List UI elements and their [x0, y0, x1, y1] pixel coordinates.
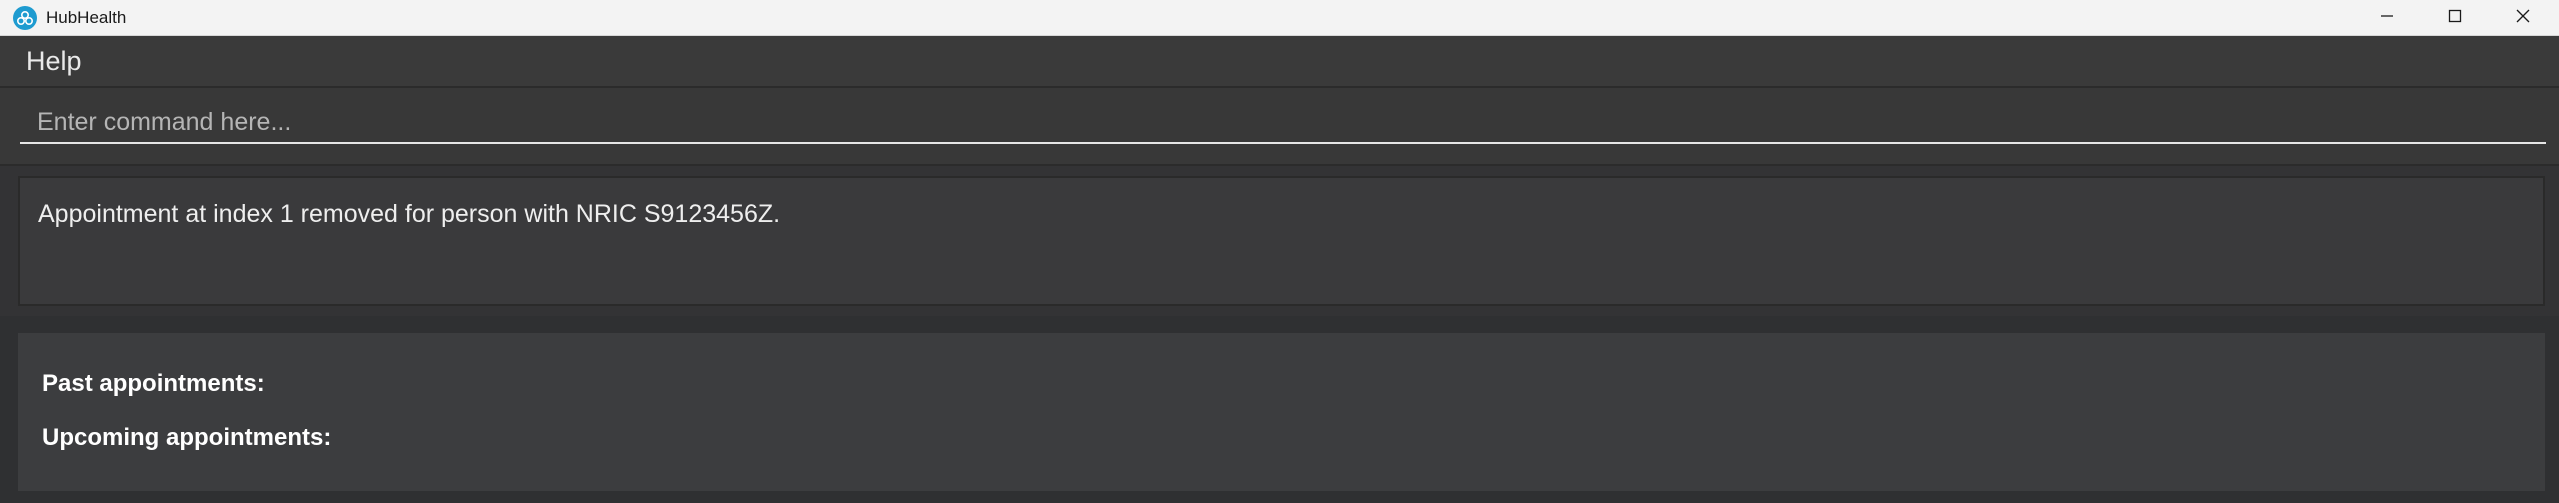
- minimize-button[interactable]: [2353, 0, 2421, 36]
- past-appointments-label: Past appointments:: [42, 370, 265, 397]
- result-display-panel: Appointment at index 1 removed for perso…: [0, 166, 2559, 316]
- title-bar[interactable]: HubHealth: [0, 0, 2559, 36]
- minimize-icon: [2379, 8, 2395, 29]
- close-button[interactable]: [2489, 0, 2557, 36]
- command-input[interactable]: [20, 102, 2546, 144]
- menu-help[interactable]: Help: [18, 42, 90, 80]
- menu-bar: Help: [0, 36, 2559, 88]
- appointments-panel: Past appointments: Upcoming appointments…: [18, 333, 2545, 491]
- command-box: [0, 88, 2559, 166]
- result-display[interactable]: Appointment at index 1 removed for perso…: [18, 176, 2545, 306]
- close-icon: [2515, 8, 2531, 29]
- result-message: Appointment at index 1 removed for perso…: [38, 200, 781, 228]
- upcoming-appointments-label: Upcoming appointments:: [42, 424, 332, 451]
- app-window: HubHealth Help Appointment at index 1 re…: [0, 0, 2559, 503]
- window-title: HubHealth: [46, 8, 127, 27]
- maximize-button[interactable]: [2421, 0, 2489, 36]
- maximize-icon: [2447, 8, 2463, 29]
- hubhealth-logo-icon: [12, 5, 38, 31]
